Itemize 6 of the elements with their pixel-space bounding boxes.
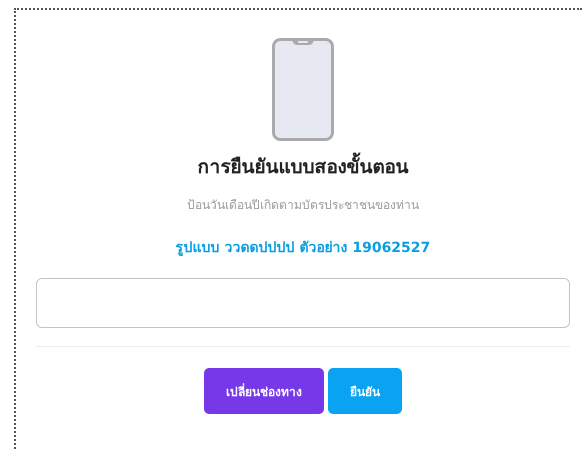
change-channel-button[interactable]: เปลี่ยนช่องทาง xyxy=(204,368,324,414)
instruction-text: ป้อนวันเดือนปีเกิดตามบัตรประชาชนของท่าน xyxy=(187,197,419,214)
smartphone-icon xyxy=(272,38,334,141)
format-hint: รูปแบบ ววดดปปปป ตัวอย่าง 19062527 xyxy=(176,239,430,258)
page-title: การยืนยันแบบสองขั้นตอน xyxy=(198,151,408,181)
date-input-field[interactable] xyxy=(36,278,570,328)
